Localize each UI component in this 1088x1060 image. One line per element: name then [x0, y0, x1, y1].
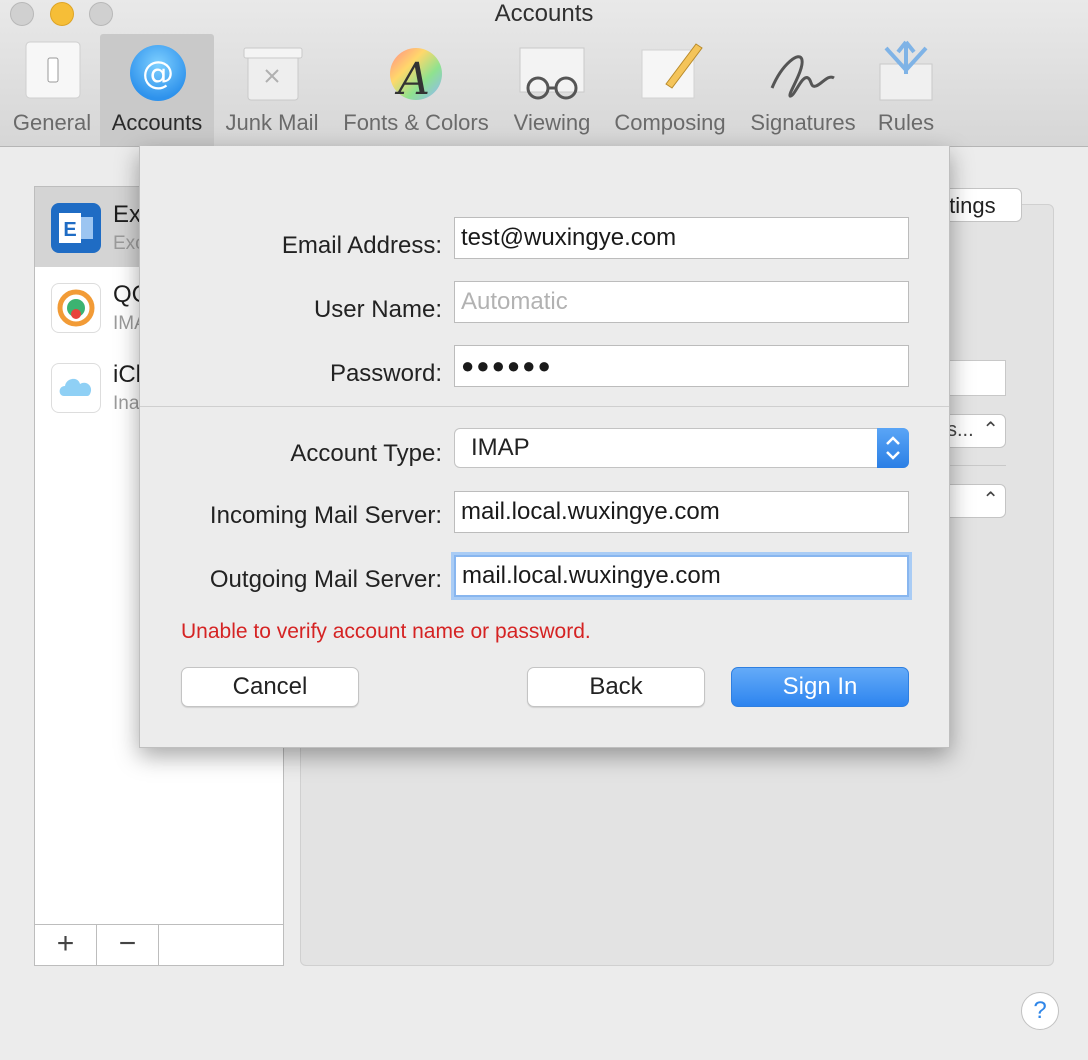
toolbar-item-signatures[interactable]: Signatures [742, 34, 864, 146]
toolbar-label-junk-mail: Junk Mail [225, 110, 319, 135]
toolbar-label-fonts-colors: Fonts & Colors [343, 110, 489, 135]
outgoing-server-label: Outgoing Mail Server: [209, 566, 442, 593]
incoming-server-field[interactable] [454, 491, 909, 533]
email-label: Email Address: [281, 232, 442, 259]
help-button[interactable]: ? [1021, 992, 1059, 1030]
updown-chevron-icon: ⌃ [982, 489, 999, 511]
incoming-row: Incoming Mail Server: [140, 498, 442, 540]
add-account-button[interactable]: + [35, 925, 97, 965]
window-title: Accounts [494, 0, 594, 27]
account-name: Ex [113, 201, 142, 228]
accounts-list-footer: + − [35, 924, 283, 965]
account-type-select[interactable]: IMAP [454, 428, 909, 468]
general-switch-icon [4, 34, 100, 110]
svg-text:A: A [394, 54, 430, 105]
account-type-label: Account Type: [290, 440, 442, 467]
toolbar-item-composing[interactable]: Composing [606, 34, 734, 146]
incoming-server-label: Incoming Mail Server: [209, 502, 442, 529]
signature-icon [742, 34, 864, 110]
password-row: Password: [140, 354, 442, 396]
toolbar-label-viewing: Viewing [513, 110, 591, 135]
sign-in-button[interactable]: Sign In [731, 667, 909, 707]
toolbar-label-signatures: Signatures [750, 110, 856, 135]
account-type-row: Account Type: [140, 436, 442, 478]
toolbar-item-general[interactable]: General [4, 34, 100, 146]
account-type-value: IMAP [471, 434, 530, 461]
error-message: Unable to verify account name or passwor… [181, 620, 591, 643]
username-field[interactable] [454, 281, 909, 323]
toolbar-item-accounts[interactable]: @ Accounts [100, 34, 214, 146]
svg-text:@: @ [142, 54, 174, 92]
email-row: Email Address: [140, 226, 442, 268]
toolbar-item-rules[interactable]: Rules [872, 34, 940, 146]
back-button[interactable]: Back [527, 667, 705, 707]
toolbar-item-viewing[interactable]: Viewing [504, 34, 600, 146]
updown-chevron-icon: ⌃ [982, 419, 999, 441]
remove-account-button[interactable]: − [97, 925, 159, 965]
popup-value: s... [947, 419, 974, 441]
at-sign-icon: @ [100, 34, 214, 110]
toolbar-label-rules: Rules [877, 110, 935, 135]
trash-bin-icon [218, 34, 326, 110]
updown-chevron-icon [877, 428, 909, 468]
password-field[interactable]: ●●●●●● [454, 345, 909, 387]
toolbar-item-fonts-colors[interactable]: A Fonts & Colors [334, 34, 498, 146]
toolbar-label-general: General [12, 110, 92, 135]
username-row: User Name: [140, 290, 442, 332]
toolbar-label-composing: Composing [614, 110, 726, 135]
window-toolbar: Accounts General @ Accounts Junk Mail A … [0, 0, 1088, 147]
outgoing-row: Outgoing Mail Server: [140, 562, 442, 604]
account-setup-sheet: Email Address: User Name: Password: ●●●●… [139, 146, 950, 748]
section-divider [140, 406, 949, 407]
cancel-button[interactable]: Cancel [181, 667, 359, 707]
account-status: Ina [113, 393, 140, 414]
email-field[interactable] [454, 217, 909, 259]
toolbar-item-junk-mail[interactable]: Junk Mail [218, 34, 326, 146]
toolbar-label-accounts: Accounts [111, 110, 203, 135]
outgoing-server-field[interactable] [454, 555, 909, 597]
password-label: Password: [329, 360, 442, 387]
pencil-paper-icon [606, 34, 734, 110]
glasses-envelope-icon [504, 34, 600, 110]
rules-arrows-envelope-icon [872, 34, 940, 110]
username-label: User Name: [313, 296, 442, 323]
font-color-wheel-icon: A [334, 34, 498, 110]
